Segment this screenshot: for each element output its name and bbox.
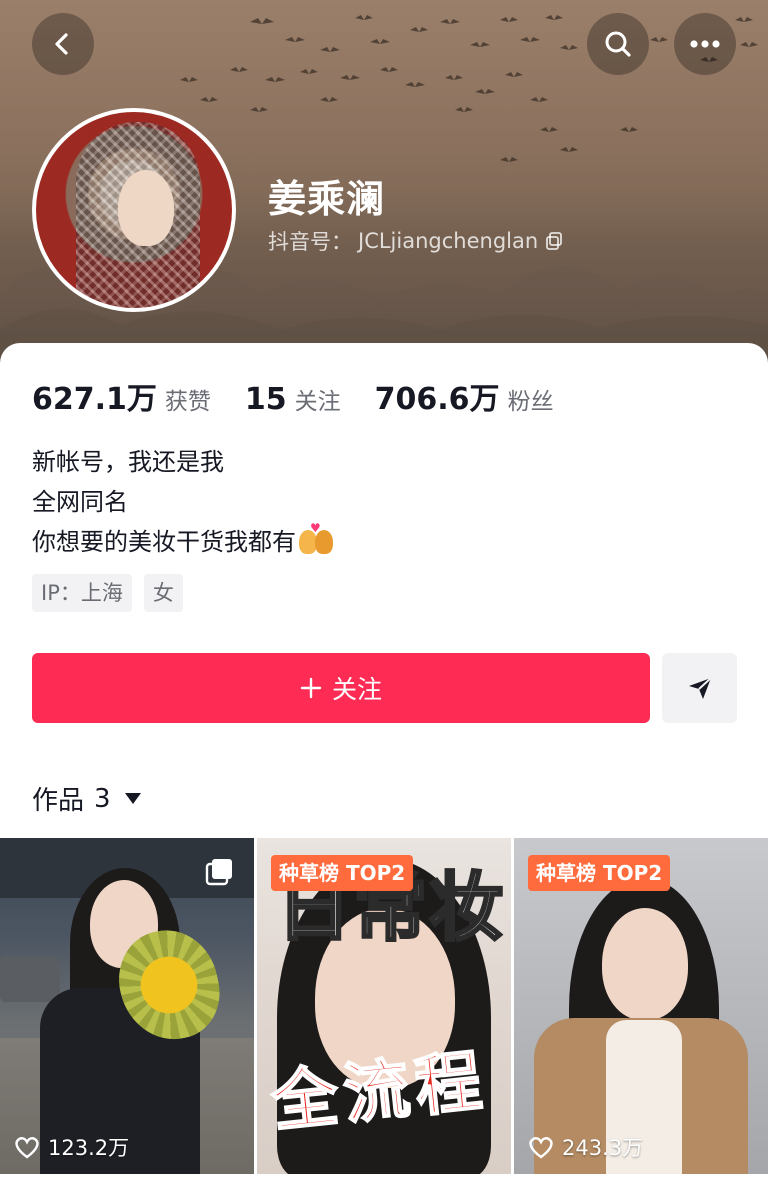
video-tile-3[interactable]: 种草榜 TOP2 243.3万	[514, 838, 768, 1174]
stat-likes-label: 获赞	[164, 389, 211, 415]
stats-row: 627.1万 获赞 15 关注 706.6万 粉丝	[32, 374, 588, 418]
caret-down-icon	[124, 793, 141, 804]
bio-line-3-wrap: 你想要的美妆干货我都有 ♥	[32, 522, 334, 562]
works-label: 作品	[32, 786, 85, 816]
stat-following-label: 关注	[294, 389, 341, 415]
gender-tag: 女	[143, 574, 183, 612]
douyin-id-label: 抖音号：	[268, 230, 352, 254]
stat-followers[interactable]: 706.6万 粉丝	[375, 374, 554, 418]
avatar-face	[118, 170, 174, 246]
works-tab[interactable]: 作品 3	[32, 780, 141, 817]
more-dots-icon	[690, 40, 720, 48]
stat-followers-label: 粉丝	[507, 389, 554, 415]
douyin-id[interactable]: 抖音号： JCLjiangchenglan	[268, 226, 564, 256]
heart-outline-icon	[529, 1137, 553, 1159]
share-button[interactable]	[662, 653, 737, 723]
video-tile-1[interactable]: 123.2万	[0, 838, 254, 1174]
video-3-likes: 243.3万	[528, 1132, 643, 1162]
profile-tags: IP：上海 女	[32, 574, 183, 612]
heart-outline-icon	[15, 1137, 39, 1159]
stat-likes[interactable]: 627.1万 获赞	[32, 374, 211, 418]
women-with-heart-emoji-icon: ♥	[298, 522, 334, 556]
chevron-left-icon	[55, 33, 68, 55]
video-tile-2[interactable]: 日常妆 全流程 种草榜 TOP2	[257, 838, 511, 1174]
back-button[interactable]	[32, 13, 94, 75]
follow-button[interactable]: 关注	[32, 653, 650, 723]
video-3-likes-count: 243.3万	[562, 1136, 644, 1160]
stat-likes-value: 627.1万	[32, 382, 157, 417]
plus-icon	[300, 677, 322, 699]
send-icon	[688, 677, 712, 699]
stat-following[interactable]: 15 关注	[245, 382, 341, 417]
video-2-rank-badge: 种草榜 TOP2	[271, 855, 414, 891]
face	[602, 908, 688, 1020]
ip-location-tag: IP：上海	[32, 574, 132, 612]
video-1-likes-count: 123.2万	[48, 1136, 130, 1160]
search-icon	[605, 31, 631, 57]
video-1-likes: 123.2万	[14, 1132, 129, 1162]
avatar[interactable]	[32, 108, 236, 312]
more-button[interactable]	[674, 13, 736, 75]
follow-button-label: 关注	[331, 675, 382, 704]
works-grid: 123.2万 日常妆 全流程 种草榜 TOP2 种草榜 TOP2 243.3万	[0, 838, 768, 1174]
bio-line-1: 新帐号，我还是我	[32, 448, 224, 476]
stat-followers-value: 706.6万	[374, 382, 500, 417]
profile-name: 姜乘澜	[268, 177, 386, 221]
video-3-rank-badge: 种草榜 TOP2	[528, 855, 671, 891]
bio-line-3: 你想要的美妆干货我都有	[32, 528, 296, 556]
bio-line-2: 全网同名	[32, 488, 128, 516]
parked-car	[0, 956, 60, 1002]
works-count: 3	[94, 783, 111, 814]
search-button[interactable]	[587, 13, 649, 75]
douyin-id-value: JCLjiangchenglan	[358, 229, 539, 253]
stat-following-value: 15	[244, 382, 287, 417]
bio: 新帐号，我还是我 全网同名 你想要的美妆干货我都有 ♥	[32, 442, 334, 562]
copy-icon[interactable]	[544, 231, 564, 251]
multi-image-icon	[205, 859, 232, 886]
